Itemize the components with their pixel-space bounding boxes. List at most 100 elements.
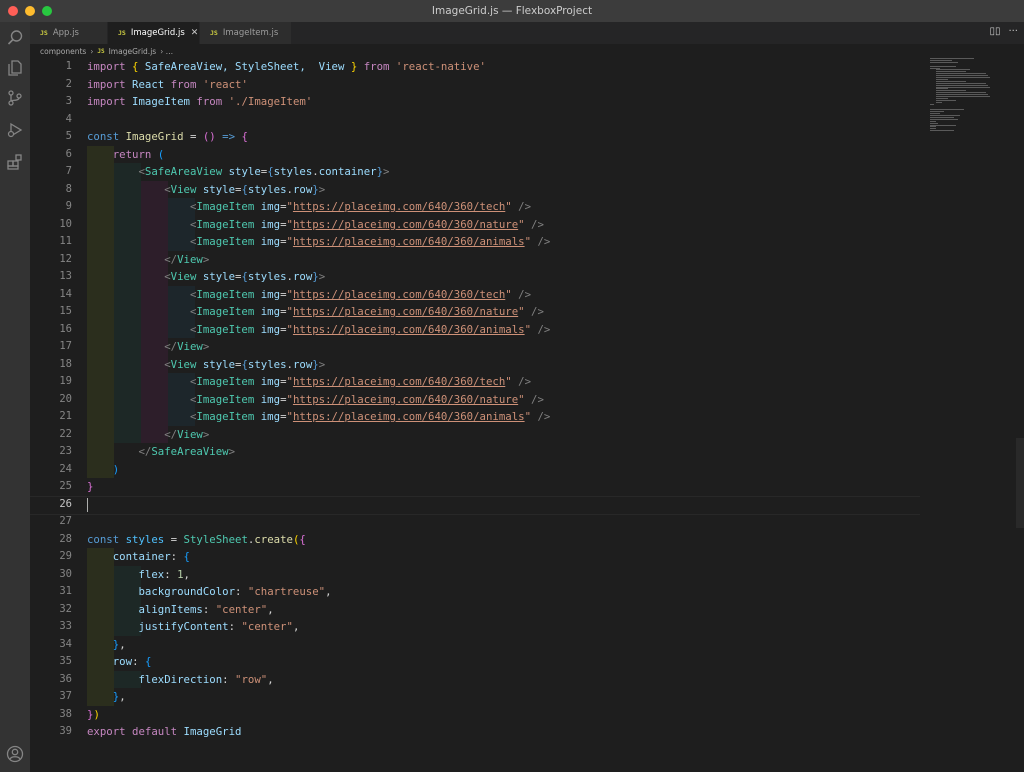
minimap-line xyxy=(936,84,988,86)
line-number: 3 xyxy=(65,95,72,107)
breadcrumb-folder[interactable]: components xyxy=(40,47,86,56)
tab-bar: JS App.js JS ImageGrid.js ✕ JS ImageItem… xyxy=(30,22,1024,44)
search-icon[interactable] xyxy=(5,28,25,48)
close-window-button[interactable] xyxy=(8,6,18,16)
line-number: 25 xyxy=(59,480,72,492)
code-line: const ImageGrid = () => { xyxy=(87,130,248,143)
minimap-line xyxy=(936,92,986,94)
breadcrumb-file[interactable]: ImageGrid.js xyxy=(109,47,157,56)
breadcrumb: components › JS ImageGrid.js › … xyxy=(30,44,1024,58)
window-controls xyxy=(8,6,52,16)
code-content[interactable]: import { SafeAreaView, StyleSheet, View … xyxy=(30,58,920,741)
minimap-line xyxy=(930,115,960,116)
minimap-line xyxy=(936,73,986,75)
line-number-gutter: 1 2 3 4 5 6 7 8 9 10 11 12 13 14 15 16 17 18 19 20 21 22 23 24 2… xyxy=(30,58,72,741)
tab-imagegrid-js[interactable]: JS ImageGrid.js ✕ xyxy=(108,22,200,44)
minimap-line xyxy=(930,58,974,59)
javascript-file-icon: JS xyxy=(118,29,126,37)
line-number: 33 xyxy=(59,620,72,632)
line-number: 31 xyxy=(59,585,72,597)
window-title: ImageGrid.js — FlexboxProject xyxy=(431,5,593,17)
minimap-line xyxy=(930,122,938,124)
line-number: 38 xyxy=(59,707,72,720)
activity-bar xyxy=(0,22,30,772)
minimap-line xyxy=(936,80,966,82)
minimap-line xyxy=(930,113,940,115)
minimap-line xyxy=(930,111,944,113)
code-line: }) xyxy=(87,707,100,721)
line-number: 9 xyxy=(65,200,72,212)
code-line: <ImageItem img="https://placeimg.com/640… xyxy=(189,200,532,213)
line-number: 11 xyxy=(59,235,72,247)
code-line: return ( xyxy=(112,147,165,161)
code-line: justifyContent: "center", xyxy=(138,620,300,633)
code-line: container: { xyxy=(112,550,190,563)
code-line: <ImageItem img="https://placeimg.com/640… xyxy=(189,392,544,406)
breadcrumb-more[interactable]: › … xyxy=(160,47,173,56)
line-number: 12 xyxy=(59,252,72,265)
minimap-line xyxy=(930,61,958,63)
vertical-scrollbar[interactable] xyxy=(1016,58,1024,772)
extensions-icon[interactable] xyxy=(5,152,25,172)
line-number: 39 xyxy=(59,725,72,737)
line-number: 23 xyxy=(59,445,72,457)
scrollbar-thumb[interactable] xyxy=(1016,438,1024,528)
line-number: 14 xyxy=(59,287,72,300)
minimap-line xyxy=(930,116,954,118)
minimap-line xyxy=(936,88,948,90)
line-number: 17 xyxy=(59,340,72,352)
code-line: <View style={styles.row}> xyxy=(164,270,326,283)
line-number: 5 xyxy=(65,130,72,142)
minimap-line xyxy=(930,118,958,120)
minimap-line xyxy=(936,71,966,73)
code-line: <ImageItem img="https://placeimg.com/640… xyxy=(189,305,544,318)
run-debug-icon[interactable] xyxy=(5,120,25,140)
line-number: 29 xyxy=(59,550,72,562)
minimap-line xyxy=(930,103,934,105)
minimap-line xyxy=(930,128,936,130)
minimap-line xyxy=(936,99,956,101)
source-control-icon[interactable] xyxy=(5,88,25,108)
code-line: </View> xyxy=(164,252,210,266)
line-number: 1 xyxy=(65,60,72,72)
line-number: 32 xyxy=(59,602,72,615)
line-number: 13 xyxy=(59,270,72,282)
minimap[interactable] xyxy=(928,58,1018,138)
close-tab-icon[interactable]: ✕ xyxy=(191,28,199,38)
code-line: row: { xyxy=(112,655,152,668)
text-cursor xyxy=(87,497,88,512)
minimap-line xyxy=(930,130,954,132)
maximize-window-button[interactable] xyxy=(42,6,52,16)
minimap-line xyxy=(936,96,990,97)
minimap-line xyxy=(936,78,948,80)
account-icon[interactable] xyxy=(5,744,25,764)
current-code-line[interactable] xyxy=(30,495,920,514)
code-line: import ImageItem from './ImageItem' xyxy=(87,95,313,108)
minimap-line xyxy=(930,109,964,111)
minimap-line xyxy=(930,65,956,67)
more-actions-icon[interactable]: ··· xyxy=(1008,26,1018,37)
code-line: <SafeAreaView style={styles.container}> xyxy=(138,165,390,178)
line-number: 20 xyxy=(59,392,72,405)
code-line: }, xyxy=(112,690,126,703)
code-line: } xyxy=(87,480,94,493)
tab-app-js[interactable]: JS App.js xyxy=(30,22,108,44)
code-line: <ImageItem img="https://placeimg.com/640… xyxy=(189,375,532,388)
files-icon[interactable] xyxy=(5,58,25,78)
line-number: 30 xyxy=(59,567,72,580)
minimap-line xyxy=(930,120,936,122)
code-line: alignItems: "center", xyxy=(138,602,274,616)
minimap-line xyxy=(936,90,966,92)
minimap-line xyxy=(930,59,952,61)
minimap-line xyxy=(936,82,986,84)
code-line: <View style={styles.row}> xyxy=(164,357,326,371)
tab-label: ImageGrid.js xyxy=(130,28,185,38)
minimize-window-button[interactable] xyxy=(25,6,35,16)
code-line: ) xyxy=(112,462,120,476)
code-editor[interactable]: 1 2 3 4 5 6 7 8 9 10 11 12 13 14 15 16 17 18 19 20 21 22 23 24 2… xyxy=(30,58,1014,772)
breadcrumb-separator: › xyxy=(90,46,94,56)
split-editor-icon[interactable]: ▯▯ xyxy=(989,26,1000,37)
tab-imageitem-js[interactable]: JS ImageItem.js xyxy=(200,22,292,44)
